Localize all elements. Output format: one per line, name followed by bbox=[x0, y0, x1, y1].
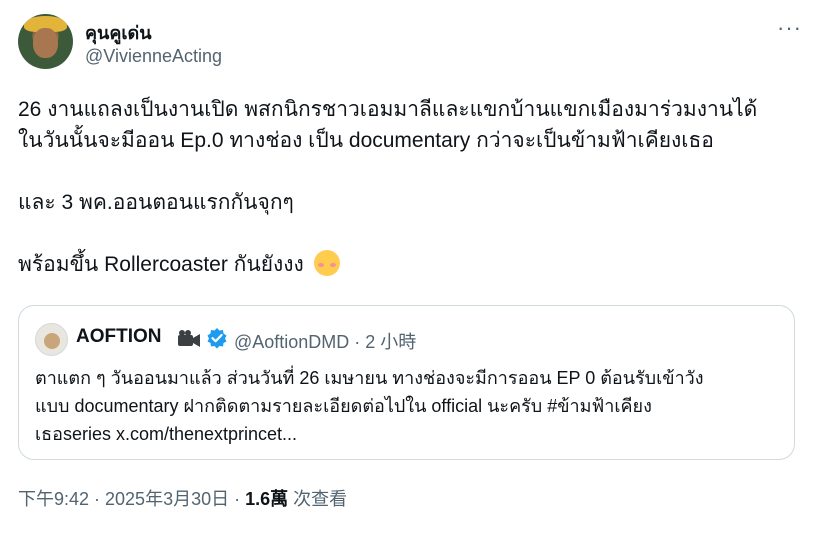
tweet-timestamp[interactable]: 下午9:42 · 2025年3月30日 · bbox=[18, 489, 245, 509]
author-display-name[interactable]: คุนคูเด่น bbox=[85, 18, 152, 47]
quoted-tweet[interactable]: AOFTION @AoftionDMD · 2 小時 ตาแตก ๆ วันออ… bbox=[18, 305, 795, 460]
tweet-line: ในวันนั้นจะมีออน Ep.0 ทางช่อง เป็น docum… bbox=[18, 129, 714, 152]
tweet-footer: 下午9:42 · 2025年3月30日 · 1.6萬 次查看 bbox=[18, 485, 347, 511]
quoted-author-name[interactable]: AOFTION bbox=[76, 326, 162, 348]
author-avatar[interactable] bbox=[18, 14, 73, 69]
views-count: 1.6萬 bbox=[245, 489, 289, 509]
quoted-author-avatar[interactable] bbox=[35, 323, 68, 356]
tweet-line: และ 3 พค.ออนตอนแรกกันจุกๆ bbox=[18, 191, 294, 214]
verified-badge-icon bbox=[207, 328, 227, 349]
quoted-line: เธอseries x.com/thenextprincet... bbox=[35, 424, 298, 444]
views-label: 次查看 bbox=[288, 489, 348, 509]
video-camera-icon bbox=[178, 330, 200, 347]
more-options-icon[interactable]: ··· bbox=[777, 17, 802, 39]
tweet-line: พร้อมขึ้น Rollercoaster กันยังงง bbox=[18, 253, 304, 276]
author-handle[interactable]: @VivienneActing bbox=[85, 46, 222, 67]
tweet-line: 26 งานแถลงเป็นงานเปิด พสกนิกรชาวเอมมาลีแ… bbox=[18, 98, 758, 121]
quoted-line: แบบ documentary ฝากติดตามรายละเอียดต่อไป… bbox=[35, 396, 652, 416]
quoted-line: ตาแตก ๆ วันออนมาแล้ว ส่วนวันที่ 26 เมษาย… bbox=[35, 368, 704, 388]
tweet-body: 26 งานแถลงเป็นงานเปิด พสกนิกรชาวเอมมาลีแ… bbox=[18, 94, 808, 280]
tweet-header: คุนคูเด่น @VivienneActing ··· bbox=[18, 14, 810, 74]
quoted-tweet-body: ตาแตก ๆ วันออนมาแล้ว ส่วนวันที่ 26 เมษาย… bbox=[35, 364, 785, 448]
tweet-line-with-emoji: พร้อมขึ้น Rollercoaster กันยังงง bbox=[18, 249, 808, 280]
quoted-handle-time[interactable]: @AoftionDMD · 2 小時 bbox=[234, 328, 416, 354]
smiling-face-icon bbox=[313, 250, 340, 276]
